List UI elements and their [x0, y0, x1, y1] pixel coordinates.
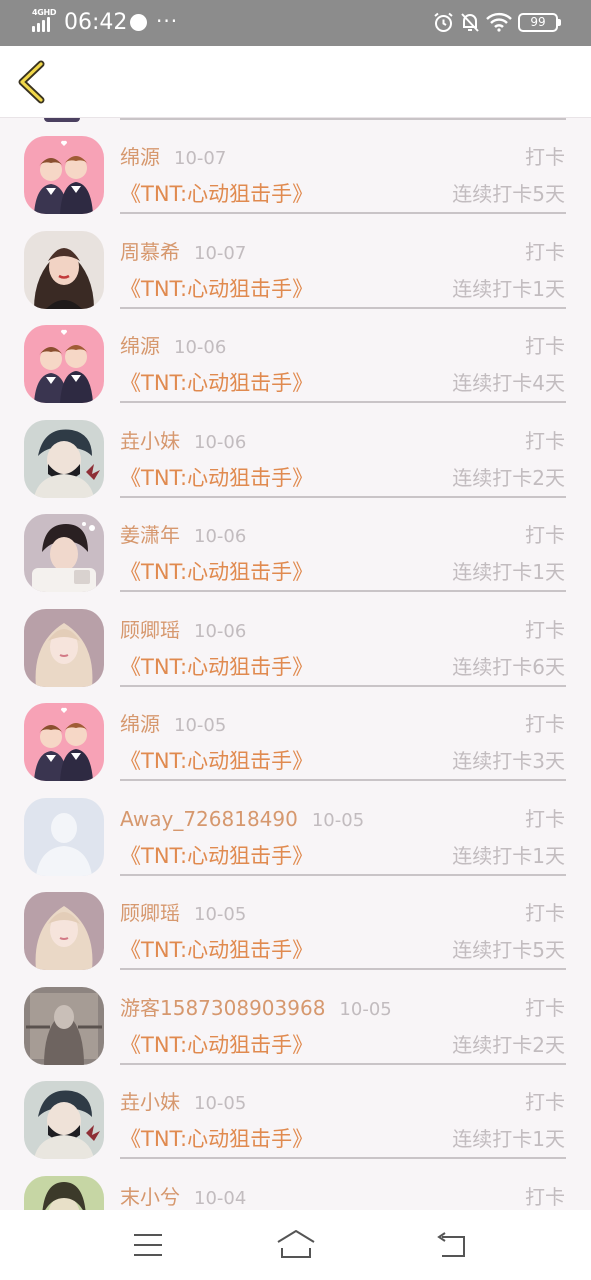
avatar[interactable]: [24, 892, 104, 970]
avatar[interactable]: [24, 419, 104, 498]
book-title-link[interactable]: 《TNT:心动狙击手》: [120, 653, 313, 681]
list-item[interactable]: 绵源 10-06 打卡《TNT:心动狙击手》 连续打卡4天: [0, 308, 591, 403]
menu-icon[interactable]: [134, 1233, 162, 1257]
checkin-action-label: 打卡: [525, 239, 565, 264]
streak-count: 连续打卡5天: [452, 938, 565, 962]
user-name[interactable]: 姜潇年: [120, 523, 180, 547]
streak-count: 连续打卡2天: [452, 465, 565, 490]
avatar[interactable]: [24, 703, 104, 781]
checkin-date: 10-06: [194, 620, 247, 642]
avatar[interactable]: [24, 1081, 104, 1159]
list-item[interactable]: Away_726818490 10-05 打卡《TNT:心动狙击手》 连续打卡1天: [0, 781, 591, 876]
back-button[interactable]: [12, 58, 52, 106]
checkin-date: 10-07: [174, 148, 227, 169]
user-name[interactable]: 绵源: [120, 334, 160, 358]
user-name[interactable]: 垚小妹: [120, 429, 180, 453]
book-title-link[interactable]: 《TNT:心动狙击手》: [120, 936, 313, 964]
streak-count: 连续打卡1天: [452, 1127, 565, 1151]
user-name[interactable]: 绵源: [120, 712, 160, 736]
return-icon[interactable]: [436, 1232, 466, 1258]
user-name[interactable]: 游客1587308903968: [120, 996, 325, 1020]
checkin-action-label: 打卡: [525, 1184, 565, 1209]
streak-count: 连续打卡1天: [452, 276, 565, 301]
book-title-link[interactable]: 《TNT:心动狙击手》: [120, 842, 313, 870]
user-name[interactable]: Away_726818490: [120, 807, 298, 831]
streak-count: 连续打卡1天: [452, 560, 565, 584]
signal-icon: 4GHD: [32, 8, 58, 34]
message-bubble-icon: [130, 14, 147, 31]
status-bar: 4GHD 06:42 ··· 99: [0, 0, 591, 46]
book-title-link[interactable]: 《TNT:心动狙击手》: [120, 275, 313, 303]
list-item[interactable]: 垚小妹 10-06 打卡《TNT:心动狙击手》 连续打卡2天: [0, 403, 591, 498]
checkin-action-label: 打卡: [525, 901, 565, 925]
streak-count: 连续打卡3天: [452, 749, 565, 773]
checkin-list: 绵源 10-07 打卡 《TNT:心动狙击手》 连续打卡5天 周慕希 10-07 打卡 《TNT…: [0, 118, 591, 1210]
network-type: 4GHD: [32, 8, 57, 17]
user-name[interactable]: 末小兮: [120, 1185, 180, 1209]
checkin-action-label: 打卡: [525, 145, 565, 169]
list-item[interactable]: 末小兮 10-04 打卡: [0, 1159, 591, 1210]
avatar[interactable]: [24, 608, 104, 687]
book-title-link[interactable]: 《TNT:心动狙击手》: [120, 1031, 313, 1059]
book-title-link[interactable]: 《TNT:心动狙击手》: [120, 1125, 313, 1153]
list-item[interactable]: 游客1587308903968 10-05 打卡《TNT:心动狙击手》 连续打卡2天: [0, 970, 591, 1065]
streak-count: 连续打卡4天: [452, 371, 565, 395]
checkin-date: 10-06: [194, 431, 247, 453]
checkin-date: 10-05: [311, 809, 365, 831]
avatar[interactable]: [24, 136, 104, 214]
alarm-icon: [434, 12, 453, 32]
home-icon[interactable]: [276, 1228, 316, 1260]
checkin-date: 10-05: [339, 998, 392, 1020]
battery-icon: 99: [518, 13, 561, 32]
streak-count: 连续打卡2天: [452, 1032, 565, 1057]
list-item[interactable]: 顾卿瑶 10-05 打卡《TNT:心动狙击手》 连续打卡5天: [0, 875, 591, 970]
system-nav-bar: [0, 1210, 591, 1280]
user-name[interactable]: 顾卿瑶: [120, 901, 180, 925]
checkin-date: 10-05: [194, 1093, 247, 1114]
checkin-action-label: 打卡: [525, 428, 565, 453]
list-item[interactable]: 顾卿瑶 10-06 打卡《TNT:心动狙击手》 连续打卡6天: [0, 592, 591, 687]
checkin-date: 10-06: [194, 526, 247, 547]
checkin-action-label: 打卡: [525, 712, 565, 736]
status-time: 06:42: [64, 10, 128, 35]
checkin-date: 10-06: [174, 337, 227, 358]
avatar[interactable]: [24, 797, 104, 876]
avatar[interactable]: [24, 325, 104, 403]
more-notifications-icon: ···: [156, 9, 179, 33]
checkin-date: 10-05: [194, 904, 247, 925]
checkin-date: 10-05: [174, 715, 227, 736]
checkin-date: 10-04: [194, 1187, 247, 1209]
list-item[interactable]: 绵源 10-05 打卡《TNT:心动狙击手》 连续打卡3天: [0, 686, 591, 781]
checkin-date: 10-07: [194, 242, 247, 264]
list-item[interactable]: 姜潇年 10-06 打卡《TNT:心动狙击手》 连续打卡1天: [0, 497, 591, 592]
user-name[interactable]: 周慕希: [120, 240, 180, 264]
streak-count: 连续打卡5天: [452, 182, 565, 206]
nav-header: [0, 46, 591, 118]
avatar[interactable]: [24, 986, 104, 1065]
avatar[interactable]: [24, 514, 104, 592]
checkin-action-label: 打卡: [525, 617, 565, 642]
book-title-link[interactable]: 《TNT:心动狙击手》: [120, 558, 313, 586]
streak-count: 连续打卡6天: [452, 654, 565, 679]
avatar[interactable]: [24, 1175, 104, 1210]
book-title-link[interactable]: 《TNT:心动狙击手》: [120, 180, 313, 208]
list-item[interactable]: 绵源 10-07 打卡《TNT:心动狙击手》 连续打卡5天: [0, 119, 591, 214]
user-name[interactable]: 垚小妹: [120, 1090, 180, 1114]
checkin-action-label: 打卡: [525, 995, 565, 1020]
book-title-link[interactable]: 《TNT:心动狙击手》: [120, 464, 313, 492]
list-item[interactable]: 周慕希 10-07 打卡《TNT:心动狙击手》 连续打卡1天: [0, 214, 591, 309]
wifi-icon: [486, 12, 512, 32]
book-title-link[interactable]: 《TNT:心动狙击手》: [120, 747, 313, 775]
streak-count: 连续打卡1天: [452, 843, 565, 868]
checkin-action-label: 打卡: [525, 334, 565, 358]
book-title-link[interactable]: 《TNT:心动狙击手》: [120, 369, 313, 397]
user-name[interactable]: 顾卿瑶: [120, 618, 180, 642]
checkin-action-label: 打卡: [525, 523, 565, 547]
user-name[interactable]: 绵源: [120, 145, 160, 169]
list-item[interactable]: 垚小妹 10-05 打卡《TNT:心动狙击手》 连续打卡1天: [0, 1064, 591, 1159]
mute-bell-icon: [461, 13, 479, 32]
checkin-action-label: 打卡: [525, 1090, 565, 1114]
avatar[interactable]: [24, 230, 104, 309]
checkin-action-label: 打卡: [525, 806, 565, 831]
